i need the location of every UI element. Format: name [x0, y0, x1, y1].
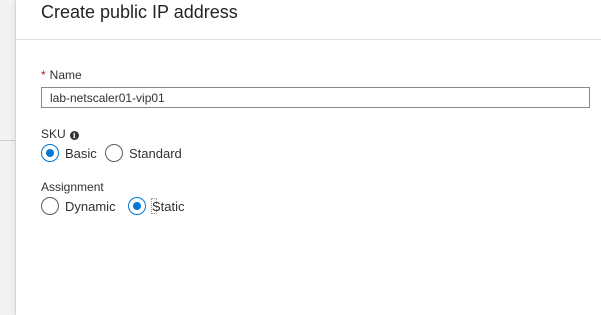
create-public-ip-panel: Create public IP address *Name SKUi Basi…: [16, 0, 601, 315]
assignment-label: Assignment: [41, 180, 104, 194]
radio-unselected-icon[interactable]: [105, 144, 123, 162]
panel-header: Create public IP address: [16, 0, 601, 40]
background-divider: [0, 140, 15, 141]
radio-unselected-icon[interactable]: [41, 197, 59, 215]
radio-selected-icon[interactable]: [41, 144, 59, 162]
required-marker: *: [41, 68, 46, 82]
name-label-row: * Name: [41, 67, 82, 83]
sku-label-row: SKU i: [41, 126, 79, 142]
assignment-label-row: Assignment: [41, 179, 104, 195]
name-input[interactable]: [41, 87, 590, 108]
radio-selected-icon[interactable]: [128, 197, 146, 215]
sku-label: SKU: [41, 127, 66, 141]
sku-option-basic-label: Basic: [65, 145, 97, 161]
background-page: [0, 0, 16, 315]
info-icon[interactable]: i: [69, 131, 79, 140]
sku-option-standard-label: Standard: [129, 145, 182, 161]
assignment-option-dynamic-label: Dynamic: [65, 198, 116, 214]
name-label: Name: [49, 68, 82, 82]
sku-option-basic[interactable]: Basic: [41, 144, 97, 162]
assignment-option-dynamic[interactable]: Dynamic: [41, 197, 116, 215]
focus-cursor-marker: [151, 198, 157, 214]
panel-title: Create public IP address: [41, 2, 238, 22]
sku-option-standard[interactable]: Standard: [105, 144, 182, 162]
